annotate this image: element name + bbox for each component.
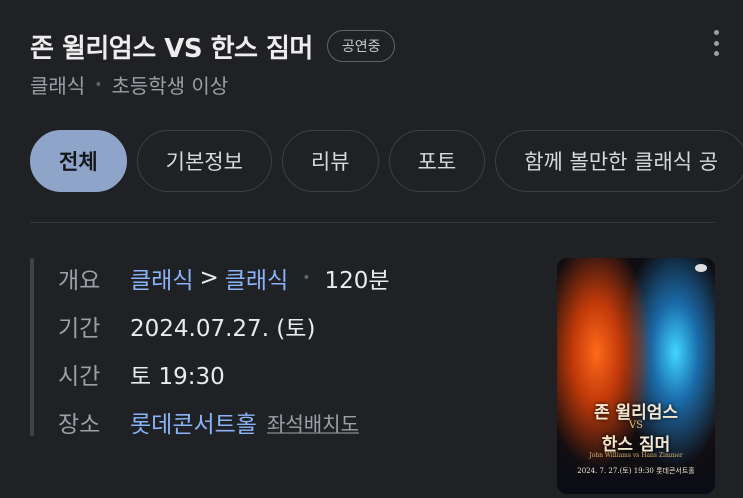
more-options-icon[interactable]: [711, 30, 721, 56]
separator-dot: •: [94, 76, 103, 93]
genre-main-link[interactable]: 클래식: [130, 261, 193, 295]
subtitle: 클래식 • 초등학생 이상: [30, 70, 228, 99]
tab-reviews[interactable]: 리뷰: [281, 130, 379, 192]
info-row-time: 시간 토 19:30: [58, 350, 390, 398]
poster-date: 2024. 7. 27.(토) 19:30 롯데콘서트홀: [577, 467, 695, 475]
time-value: 토 19:30: [130, 364, 225, 390]
info-accent-bar: [30, 258, 34, 436]
divider: [30, 222, 715, 223]
info-section: 개요 클래식 > 클래식 • 120분 기간 2024.07.27. (토) 시…: [58, 254, 390, 446]
tab-photos[interactable]: 포토: [388, 130, 486, 192]
tab-related-classics[interactable]: 함께 볼만한 클래식 공: [495, 130, 743, 192]
tab-all[interactable]: 전체: [30, 130, 127, 192]
poster-names: John Williams vs Hans Zimmer: [589, 452, 683, 459]
tab-bar: 전체 기본정보 리뷰 포토 함께 볼만한 클래식 공: [30, 130, 743, 192]
info-row-period: 기간 2024.07.27. (토): [58, 302, 390, 350]
duration-value: 120분: [324, 268, 390, 294]
info-row-overview: 개요 클래식 > 클래식 • 120분: [58, 254, 390, 302]
status-badge: 공연중: [326, 30, 396, 62]
period-label: 기간: [58, 316, 101, 342]
age-label: 초등학생 이상: [111, 74, 229, 98]
concert-poster[interactable]: 존 윌리엄스 VS 한스 짐머 John Williams vs Hans Zi…: [557, 258, 715, 494]
genre-sub-link[interactable]: 클래식: [225, 261, 288, 295]
title-row: 존 윌리엄스 VS 한스 짐머 공연중: [30, 26, 396, 66]
overview-label: 개요: [58, 268, 101, 294]
place-label: 장소: [58, 412, 101, 438]
category-label: 클래식: [30, 74, 86, 98]
seat-map-link[interactable]: 좌석배치도: [267, 408, 359, 437]
venue-link[interactable]: 롯데콘서트홀: [130, 405, 257, 439]
page-title: 존 윌리엄스 VS 한스 짐머: [30, 33, 313, 64]
info-row-place: 장소 롯데콘서트홀 좌석배치도: [58, 398, 390, 446]
poster-badge-icon: [695, 264, 707, 272]
tab-basic-info[interactable]: 기본정보: [136, 130, 272, 192]
chevron-right-icon: >: [199, 265, 219, 291]
time-label: 시간: [58, 364, 101, 390]
separator-dot: •: [302, 270, 311, 286]
period-value: 2024.07.27. (토): [130, 316, 316, 342]
